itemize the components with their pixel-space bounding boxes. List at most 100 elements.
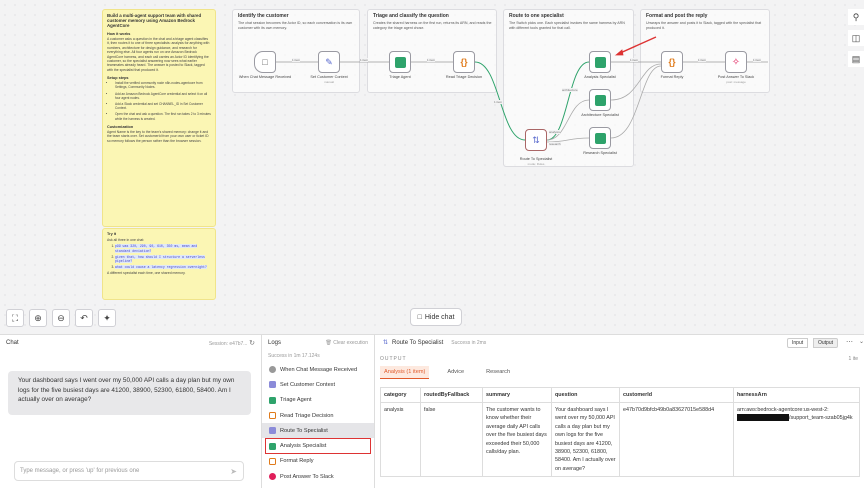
clear-execution-button[interactable]: 🗑 Clear execution (326, 340, 369, 346)
fit-view-icon[interactable]: ⛶ (6, 309, 24, 327)
edge-label: 1 item (360, 58, 369, 62)
code-icon: {} (460, 57, 468, 67)
column-header: summary (482, 387, 552, 403)
log-item[interactable]: When Chat Message Received (262, 362, 374, 377)
edge-label: 1 item (494, 100, 503, 104)
log-item-label: Analysis Specialist (280, 443, 327, 450)
log-item-label: Post Answer To Slack (280, 473, 334, 480)
node-format-reply[interactable]: {} (661, 51, 683, 73)
redacted-account-id (737, 414, 789, 422)
switch-icon: ⇅ (383, 340, 389, 346)
agentcore-icon (594, 94, 606, 106)
edge-label: research (549, 142, 561, 146)
edge-label: 1 item (292, 58, 301, 62)
workflow-canvas[interactable]: Build a multi-agent support team with sh… (0, 0, 864, 334)
chevron-down-icon[interactable]: ⌄ (859, 338, 864, 345)
node-label: Set Customer Context (310, 75, 348, 79)
refresh-icon[interactable]: ↻ (249, 340, 255, 347)
node-architecture-specialist[interactable] (589, 89, 611, 111)
node-read-triage[interactable]: {} (453, 51, 475, 73)
column-header: question (551, 387, 620, 403)
execution-status: Success in 1m 17.124s (268, 353, 320, 359)
cell-harness-arn: arn:aws:bedrock-agentcore:us-west-2: /sup… (733, 401, 860, 478)
switch-icon: ⇅ (532, 134, 540, 145)
sticky-note-icon[interactable]: ◫ (848, 30, 864, 46)
undo-icon[interactable]: ↶ (75, 309, 93, 327)
column-header: routedByFallback (420, 387, 483, 403)
slack-icon: ✧ (731, 56, 741, 68)
chat-input-placeholder: Type message, or press 'up' for previous… (20, 468, 140, 474)
log-item[interactable]: Format Reply (262, 454, 374, 469)
log-item-label: Format Reply (280, 458, 314, 465)
chat-bubble-icon: □ (417, 313, 422, 321)
log-item[interactable]: Read Triage Decision (262, 408, 374, 423)
agentcore-icon (394, 56, 406, 68)
table-row: analysis false The customer wants to kno… (380, 401, 860, 478)
chat-icon: □ (262, 57, 268, 67)
node-sublabel: mode: Rules (527, 162, 545, 166)
node-research-specialist[interactable] (589, 127, 611, 149)
search-icon[interactable]: ⚲ (848, 9, 864, 25)
logs-panel: Logs 🗑 Clear execution Success in 1m 17.… (262, 334, 375, 488)
more-icon[interactable]: ⋯ (846, 338, 853, 346)
log-item-selected[interactable]: Route To Specialist (262, 423, 374, 439)
code-icon (269, 412, 276, 420)
session-id: Session: e47b7... (208, 340, 248, 347)
node-triage-agent[interactable] (389, 51, 411, 73)
node-label: Post Answer To Slack (717, 75, 755, 79)
tab-research[interactable]: Research (482, 366, 514, 379)
harness-arn-prefix: arn:aws:bedrock-agentcore:us-west-2: (737, 407, 829, 413)
node-label: Architecture Specialist (581, 113, 619, 117)
chat-icon (269, 366, 276, 374)
tidy-up-icon[interactable]: ✦ (98, 309, 116, 327)
zoom-out-icon[interactable]: ⊖ (52, 309, 70, 327)
tab-analysis[interactable]: Analysis (1 item) (380, 366, 430, 379)
logs-title: Logs (268, 339, 282, 346)
hide-chat-button[interactable]: □ Hide chat (410, 308, 462, 326)
node-analysis-specialist[interactable] (589, 51, 611, 73)
code-icon (269, 457, 276, 465)
input-toggle[interactable]: Input (787, 338, 809, 348)
trash-icon: 🗑 (325, 339, 332, 346)
cell-routed-by-fallback: false (420, 401, 483, 478)
chat-title: Chat (6, 339, 19, 346)
code-icon: {} (668, 57, 676, 67)
node-label: Research Specialist (583, 151, 617, 155)
column-header: category (380, 387, 421, 403)
panel-icon[interactable]: ▤ (848, 51, 864, 67)
zoom-in-icon[interactable]: ⊕ (29, 309, 47, 327)
log-item-label: Set Customer Context (280, 381, 336, 388)
clear-execution-label: Clear execution (333, 339, 368, 346)
edit-icon (269, 381, 276, 389)
slack-icon (269, 473, 276, 481)
node-sublabel: manual (324, 80, 334, 84)
output-panel: ⇅ Route To Specialist Success in 2ms Inp… (375, 334, 864, 488)
node-set-context[interactable]: ✎ (318, 51, 340, 73)
output-section-label: OUTPUT (380, 356, 407, 362)
node-label: When Chat Message Received (238, 75, 292, 79)
node-chat-trigger[interactable]: □ (254, 51, 276, 73)
item-count: 1 ite (848, 356, 858, 362)
log-item[interactable]: Set Customer Context (262, 377, 374, 392)
node-label: Triage Agent (389, 75, 411, 79)
log-item[interactable]: Post Answer To Slack (262, 469, 374, 484)
log-item-label: Read Triage Decision (280, 412, 334, 419)
edge-label: analysis (549, 130, 560, 134)
log-item-highlighted[interactable]: Analysis Specialist (265, 438, 371, 454)
tab-advice[interactable]: Advice (443, 366, 468, 379)
edge-label: 1 item (753, 58, 762, 62)
user-message: Your dashboard says I went over my 50,00… (8, 371, 251, 415)
output-toggle[interactable]: Output (813, 338, 839, 348)
send-icon[interactable]: ➤ (230, 467, 237, 476)
chat-input[interactable]: Type message, or press 'up' for previous… (14, 461, 244, 481)
log-item[interactable]: Triage Agent (262, 393, 374, 408)
output-node-title: Route To Specialist (392, 339, 444, 346)
node-label: Format Reply (660, 75, 684, 79)
node-label: Analysis Specialist (584, 75, 616, 79)
node-post-slack[interactable]: ✧ (725, 51, 747, 73)
edge-label: 1 item (630, 58, 639, 62)
edge-label: 1 item (427, 58, 436, 62)
switch-icon (269, 427, 276, 435)
chat-panel: Chat Session: e47b7... ↻ Your dashboard … (0, 334, 262, 488)
node-route-to-specialist[interactable]: ⇅ (525, 129, 547, 151)
